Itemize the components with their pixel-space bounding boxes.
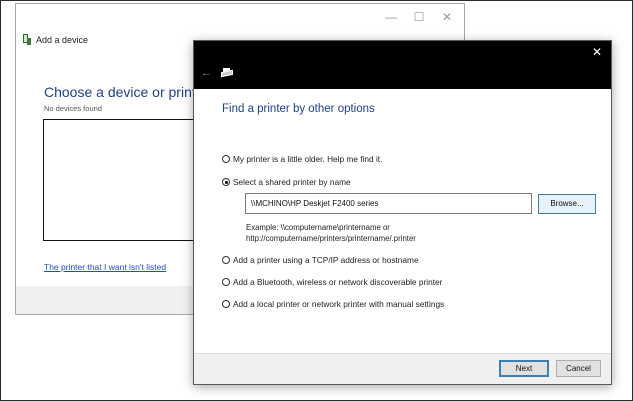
window-title: Add a device bbox=[36, 34, 89, 45]
option-label: Add a printer using a TCP/IP address or … bbox=[233, 255, 419, 265]
radio-button[interactable] bbox=[222, 256, 230, 264]
example-text: Example: \\computername\printername or h… bbox=[246, 222, 416, 244]
shared-printer-input[interactable]: \\MCHINO\HP Deskjet F2400 series bbox=[245, 193, 532, 214]
window-header: Add a device bbox=[22, 34, 88, 45]
close-icon[interactable]: ✕ bbox=[592, 45, 602, 59]
example-line-1: Example: \\computername\printername or bbox=[246, 223, 390, 232]
dialog-heading: Find a printer by other options bbox=[222, 103, 375, 115]
option-shared-printer[interactable]: Select a shared printer by name bbox=[222, 177, 351, 187]
printer-icon bbox=[221, 68, 233, 78]
option-label: Add a Bluetooth, wireless or network dis… bbox=[233, 277, 443, 287]
option-local-manual[interactable]: Add a local printer or network printer w… bbox=[222, 299, 444, 309]
minimize-button[interactable]: — bbox=[384, 11, 398, 23]
device-list[interactable] bbox=[43, 119, 213, 241]
option-label: Add a local printer or network printer w… bbox=[233, 299, 445, 309]
option-tcpip[interactable]: Add a printer using a TCP/IP address or … bbox=[222, 255, 419, 265]
option-bluetooth-wireless[interactable]: Add a Bluetooth, wireless or network dis… bbox=[222, 277, 442, 287]
cancel-button[interactable]: Cancel bbox=[556, 360, 601, 377]
radio-button-selected[interactable] bbox=[222, 178, 230, 186]
dialog-footer: Next Cancel bbox=[194, 353, 611, 384]
example-line-2: http://computername/printers/printername… bbox=[246, 234, 416, 243]
page-heading: Choose a device or printer t bbox=[44, 84, 216, 100]
maximize-button[interactable]: ☐ bbox=[412, 11, 426, 23]
printer-not-listed-link[interactable]: The printer that I want isn't listed bbox=[44, 262, 166, 272]
browse-button[interactable]: Browse... bbox=[538, 194, 596, 214]
device-icon bbox=[22, 34, 31, 45]
back-arrow-icon[interactable]: ← bbox=[201, 67, 212, 79]
add-printer-dialog: ✕ ← Find a printer by other options My p… bbox=[193, 40, 612, 385]
no-devices-text: No devices found bbox=[44, 104, 102, 113]
next-button[interactable]: Next bbox=[499, 360, 549, 377]
option-label: My printer is a little older. Help me fi… bbox=[233, 154, 383, 164]
window-controls: — ☐ ✕ bbox=[384, 11, 454, 23]
option-label: Select a shared printer by name bbox=[233, 177, 351, 187]
dialog-header-bar: ✕ ← bbox=[194, 41, 611, 89]
radio-button[interactable] bbox=[222, 155, 230, 163]
radio-button[interactable] bbox=[222, 300, 230, 308]
close-button[interactable]: ✕ bbox=[440, 11, 454, 23]
option-older-printer[interactable]: My printer is a little older. Help me fi… bbox=[222, 154, 382, 164]
radio-button[interactable] bbox=[222, 278, 230, 286]
